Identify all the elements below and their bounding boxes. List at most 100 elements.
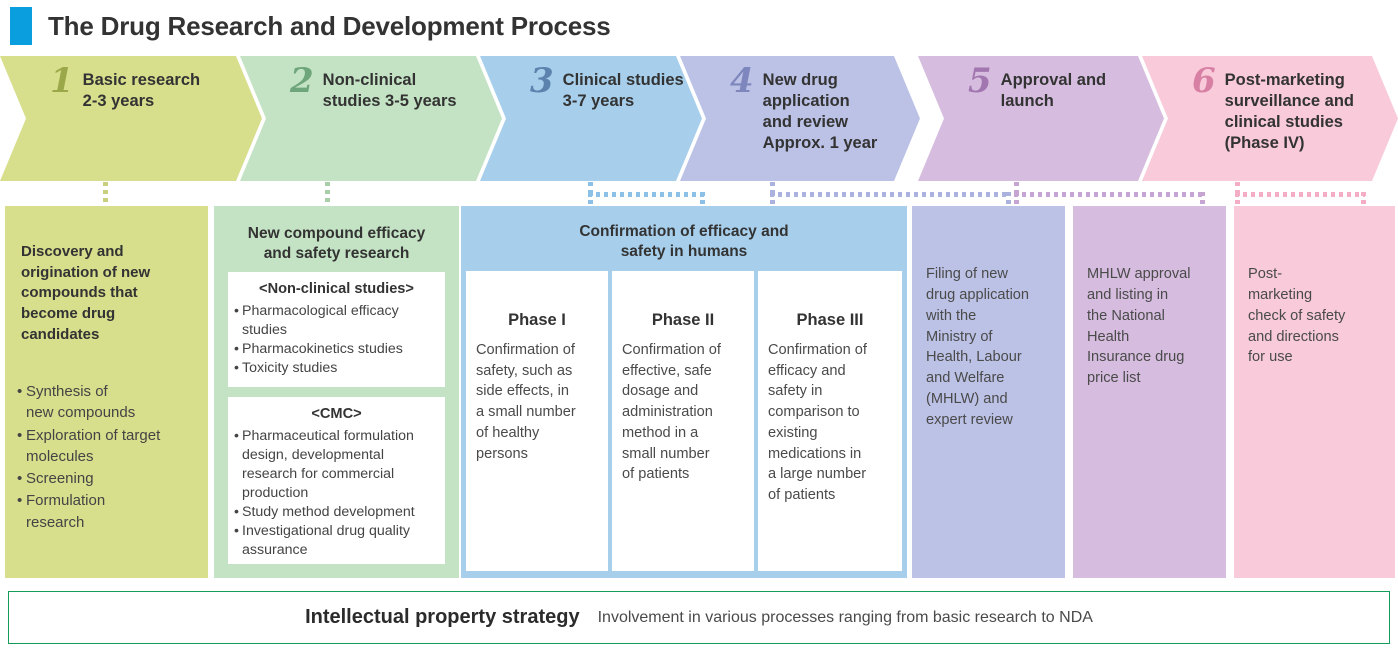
cmc-card-bullets: • Pharmaceutical formulation design, deve… xyxy=(234,427,441,560)
connector-dotted-line xyxy=(588,192,593,206)
nonclinical-card-title: <Non-clinical studies> xyxy=(259,281,414,297)
stage-label-2: Non-clinical studies 3-5 years xyxy=(322,71,457,111)
stage-number-5: 5 xyxy=(968,61,992,101)
column-new-drug-application: Filing of new drug application with the … xyxy=(912,206,1065,578)
phase-card-title: Phase I xyxy=(508,311,566,329)
nonclinical-card-bullets: • Pharmacological efficacy studies • Pharma… xyxy=(234,302,441,378)
intellectual-property-strategy-bar: Intellectual property strategy Involveme… xyxy=(8,591,1390,644)
stage-label-3: Clinical studies 3-7 years xyxy=(562,71,684,111)
bullet-dot-icon: • xyxy=(17,492,23,510)
nonclinical-studies-card: <Non-clinical studies> • Pharmacological … xyxy=(228,272,445,387)
column-nonclinical-studies: New compound efficacy and safety researc… xyxy=(214,206,459,578)
phase-card-3: Phase III Confirmation of efficacy and sa… xyxy=(758,271,902,571)
connector-dotted-line xyxy=(325,182,330,206)
phase-card-1: Phase I Confirmation of safety, such as s… xyxy=(466,271,608,571)
phase-card-body: Confirmation of safety, such as side eff… xyxy=(476,342,576,462)
bullet-item: • Investigational drug quality assurance xyxy=(234,522,441,560)
bullet-dot-icon: • xyxy=(17,470,23,488)
bullet-item: • Toxicity studies xyxy=(234,359,441,378)
bullet-text: Investigational drug quality assurance xyxy=(242,523,410,559)
stage-number-1: 1 xyxy=(50,61,74,101)
connector-dotted-line xyxy=(1006,192,1011,206)
bullet-text: Study method development xyxy=(242,504,415,521)
bullet-text: Exploration of target molecules xyxy=(26,426,161,465)
page-title: The Drug Research and Development Proces… xyxy=(48,10,611,41)
clinical-heading: Confirmation of efficacy and safety in h… xyxy=(579,223,789,261)
phase-card-title: Phase III xyxy=(796,311,864,329)
column-post-marketing: Post- marketing check of safety and dire… xyxy=(1234,206,1395,578)
process-stage-arrows: 1 Basic research 2-3 years 2 Non-clinical s… xyxy=(0,56,1398,181)
nonclinical-heading: New compound efficacy and safety researc… xyxy=(247,225,426,263)
bullet-text: Pharmacological efficacy studies xyxy=(242,303,399,339)
basic-research-heading: Discovery and origination of new compoun… xyxy=(21,243,151,343)
bullet-dot-icon: • xyxy=(234,428,239,444)
bullet-dot-icon: • xyxy=(234,523,239,540)
stage-label-1: Basic research 2-3 years xyxy=(82,71,201,111)
connector-dotted-line xyxy=(1014,182,1019,192)
postmarketing-text: Post- marketing check of safety and dire… xyxy=(1248,266,1346,366)
stage-number-4: 4 xyxy=(730,61,754,101)
connector-dotted-line xyxy=(1014,192,1019,206)
phase-card-title: Phase II xyxy=(651,311,715,329)
footer-subtitle: Involvement in various processes ranging… xyxy=(597,608,1093,626)
stage-detail-columns: Discovery and origination of new compoun… xyxy=(0,206,1398,578)
stage-number-3: 3 xyxy=(530,61,554,101)
stage-number-6: 6 xyxy=(1192,61,1216,101)
stage-arrow-1: 1 Basic research 2-3 years xyxy=(0,56,262,181)
connector-dotted-line xyxy=(1235,192,1240,206)
application-text: Filing of new drug application with the … xyxy=(926,266,1030,429)
bullet-text: Formulation research xyxy=(26,492,106,531)
connector-dotted-line xyxy=(770,182,775,192)
footer-title: Intellectual property strategy xyxy=(305,606,580,628)
cmc-card-title: <CMC> xyxy=(311,406,362,422)
connector-dotted-line xyxy=(1014,192,1204,197)
bullet-item: • Screening xyxy=(17,468,212,489)
bullet-dot-icon: • xyxy=(17,426,23,444)
connector-dotted-line xyxy=(588,192,704,197)
stage-arrow-6: 6 Post-marketing surveillance and clinica… xyxy=(1142,56,1398,181)
stage-arrow-3: 3 Clinical studies 3-7 years xyxy=(480,56,702,181)
stage-arrow-4: 4 New drug application and review Approx.… xyxy=(680,56,920,181)
stage-arrow-5: 5 Approval and launch xyxy=(918,56,1164,181)
bullet-text: Synthesis of new compounds xyxy=(26,383,136,422)
connector-dotted-line xyxy=(588,182,593,192)
title-accent-bar xyxy=(10,7,32,45)
bullet-item: • Exploration of target molecules xyxy=(17,425,212,468)
bullet-dot-icon: • xyxy=(234,341,239,358)
bullet-dot-icon: • xyxy=(234,360,239,377)
bullet-text: Screening xyxy=(26,470,94,488)
bullet-text: Toxicity studies xyxy=(242,360,338,377)
bullet-item: • Study method development xyxy=(234,503,441,522)
bullet-item: • Synthesis of new compounds xyxy=(17,381,212,424)
connector-dotted-line xyxy=(1235,192,1365,197)
phase-card-2: Phase II Confirmation of effective, safe … xyxy=(612,271,754,571)
connector-dotted-line xyxy=(1200,192,1205,206)
bullet-text: Pharmaceutical formulation design, devel… xyxy=(242,428,414,502)
connector-dotted-line xyxy=(1361,192,1366,206)
phase-card-body: Confirmation of efficacy and safety in c… xyxy=(768,342,867,504)
approval-text: MHLW approval and listing in the Nationa… xyxy=(1087,266,1191,387)
stage-number-2: 2 xyxy=(290,61,314,101)
stage-label-6: Post-marketing surveillance and clinical… xyxy=(1224,71,1354,153)
bullet-dot-icon: • xyxy=(17,383,23,400)
bullet-text: Pharmacokinetics studies xyxy=(242,341,403,358)
phase-card-body: Confirmation of effective, safe dosage a… xyxy=(622,342,721,483)
stage-label-4: New drug application and review Approx. … xyxy=(762,71,878,153)
basic-research-bullet-list: • Synthesis of new compounds • Exploration … xyxy=(17,381,212,534)
cmc-card: <CMC> • Pharmaceutical formulation design… xyxy=(228,397,445,564)
bullet-item: • Pharmaceutical formulation design, deve… xyxy=(234,427,441,503)
column-clinical-studies: Confirmation of efficacy and safety in h… xyxy=(461,206,907,578)
column-approval-and-launch: MHLW approval and listing in the Nationa… xyxy=(1073,206,1226,578)
connector-dotted-line xyxy=(770,192,775,206)
stage-label-5: Approval and launch xyxy=(1000,71,1107,111)
bullet-dot-icon: • xyxy=(234,504,239,521)
connector-dotted-line xyxy=(103,182,108,206)
connector-dotted-line xyxy=(770,192,1010,197)
bullet-item: • Pharmacokinetics studies xyxy=(234,340,441,359)
bullet-item: • Pharmacological efficacy studies xyxy=(234,302,441,340)
page-header: The Drug Research and Development Proces… xyxy=(0,4,611,48)
stage-arrow-2: 2 Non-clinical studies 3-5 years xyxy=(240,56,502,181)
connector-dotted-line xyxy=(1235,182,1240,192)
connector-dotted-line xyxy=(700,192,705,206)
column-basic-research: Discovery and origination of new compoun… xyxy=(5,206,208,578)
